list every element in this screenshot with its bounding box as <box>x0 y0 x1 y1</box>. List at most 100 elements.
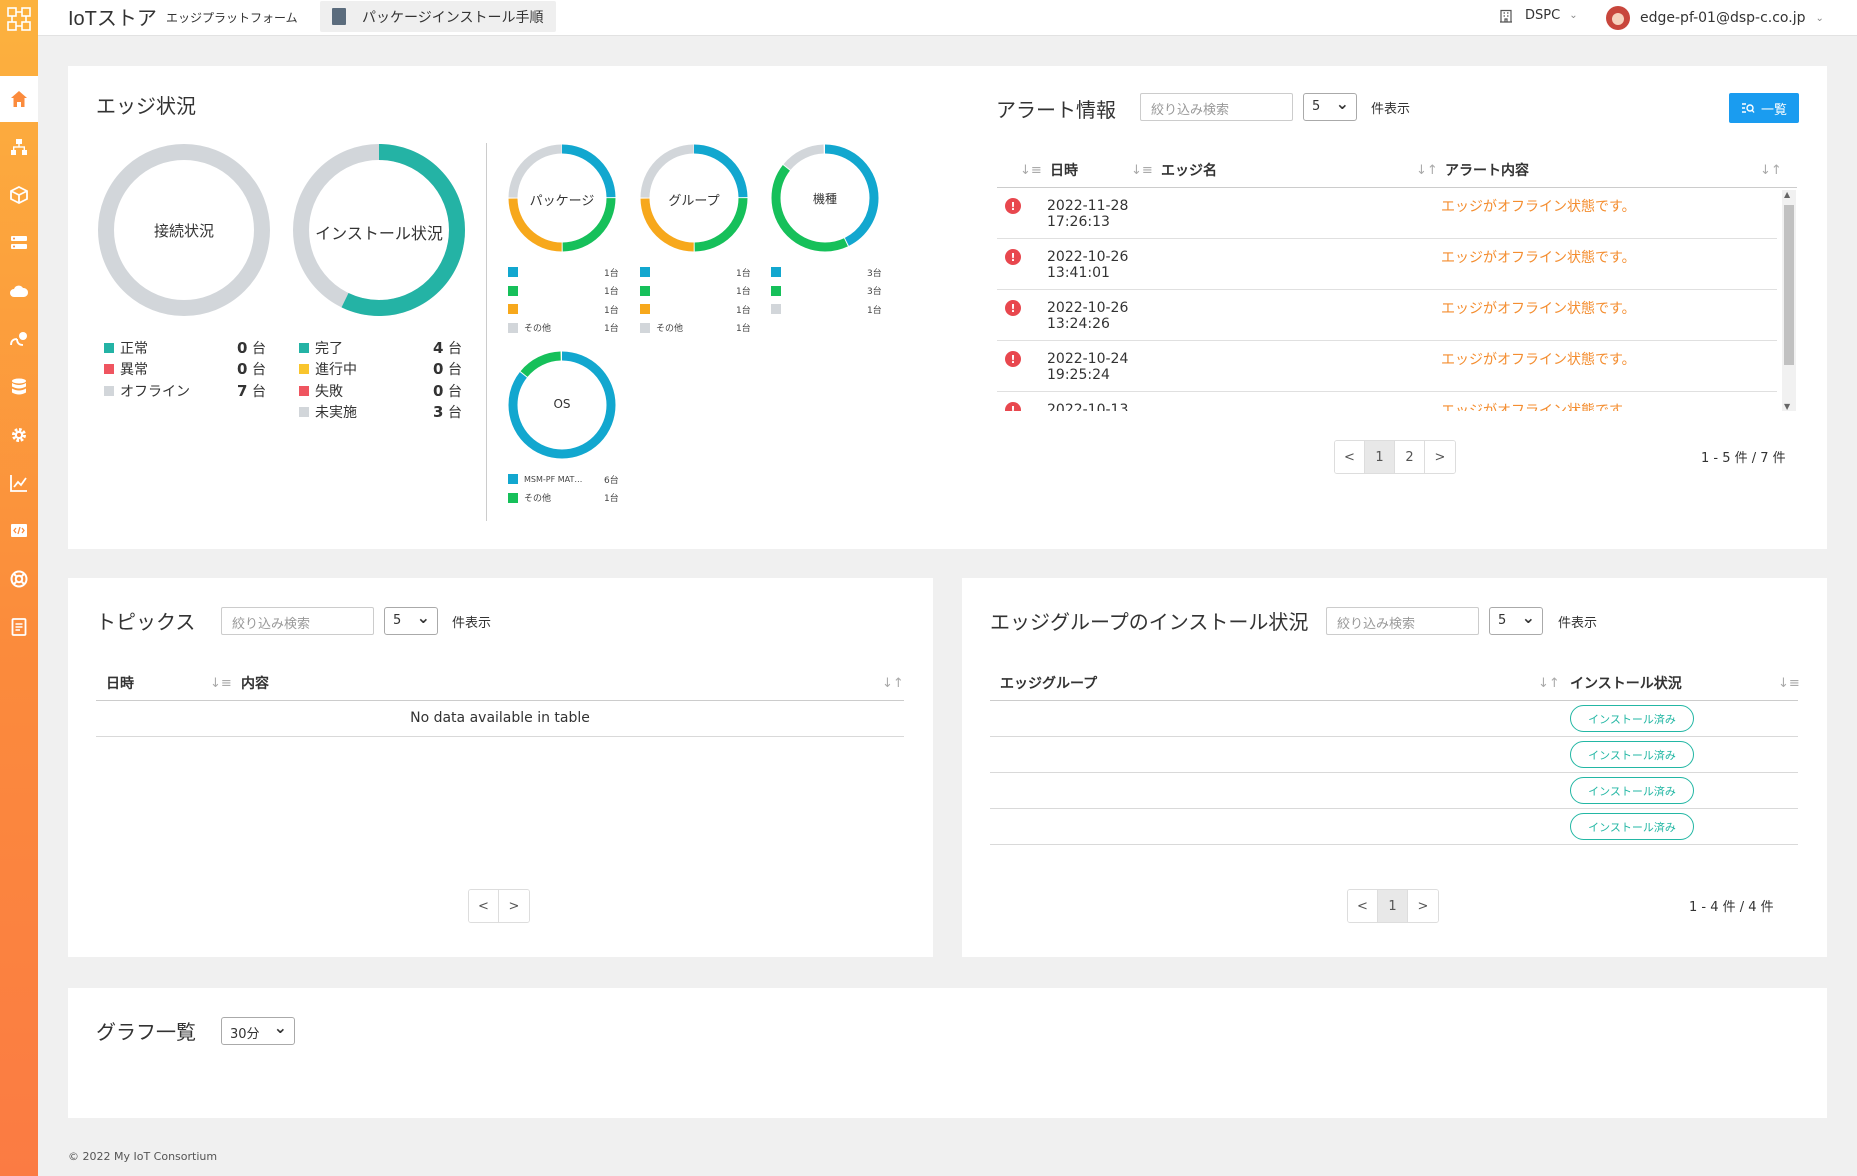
group-page-size-value: 5 <box>1498 613 1507 628</box>
legend-label: 正常 <box>120 340 148 357</box>
next-page-button[interactable]: > <box>499 890 529 922</box>
next-page-button[interactable]: > <box>1425 441 1455 473</box>
group-search-input[interactable]: 絞り込み検索 <box>1326 607 1479 635</box>
prev-page-button[interactable]: < <box>469 890 499 922</box>
alert-time: 13:24:26 <box>1047 316 1110 332</box>
legend-label: MSM-PF MAT… <box>524 474 583 484</box>
alerts-page-size-select[interactable]: 5 <box>1303 93 1357 121</box>
group-page-size-suffix: 件表示 <box>1558 616 1598 631</box>
install-legend: 完了 4 台 進行中 0 台 失敗 0 台 未実施 3 台 <box>299 337 464 423</box>
legend-item: 1台 <box>640 263 752 282</box>
prev-page-button[interactable]: < <box>1348 890 1378 922</box>
topics-col-date[interactable]: 日時 <box>106 673 134 693</box>
legend-value: 3台 <box>867 268 882 279</box>
alerts-search-input[interactable]: 絞り込み検索 <box>1140 93 1293 121</box>
alert-message: エッジがオフライン状態です。 <box>1441 352 1636 368</box>
legend-label: 完了 <box>315 340 343 357</box>
error-icon: ! <box>1005 198 1021 214</box>
alerts-title: アラート情報 <box>996 100 1116 122</box>
legend-swatch <box>104 385 114 396</box>
alert-date: 2022-11-28 <box>1047 198 1129 214</box>
legend-value: 4 <box>433 338 444 357</box>
alerts-col-edge[interactable]: エッジ名 <box>1161 160 1217 180</box>
page-1-button[interactable]: 1 <box>1378 890 1408 922</box>
page-2-button[interactable]: 2 <box>1395 441 1425 473</box>
table-row[interactable]: ! 2022-10-13 エッジがオフライン状態です。 <box>997 392 1777 411</box>
legend-label: その他 <box>524 494 552 505</box>
graph-interval-select[interactable]: 30分 <box>221 1017 295 1045</box>
group-col-status[interactable]: インストール状況 <box>1570 673 1682 693</box>
legend-label: その他 <box>656 324 684 335</box>
group-install-title: エッジグループのインストール状況 <box>990 612 1309 634</box>
topics-search-input[interactable]: 絞り込み検索 <box>221 607 374 635</box>
footer-copyright: © 2022 My IoT Consortium <box>68 1150 218 1163</box>
legend-value: 1台 <box>604 268 619 279</box>
prev-page-button[interactable]: < <box>1335 441 1365 473</box>
table-row[interactable]: ! 2022-10-26 13:24:26 エッジがオフライン状態です。 <box>997 290 1777 341</box>
legend-item: 1台 <box>771 300 883 319</box>
sort-icon[interactable]: ↓≡ <box>210 676 232 691</box>
os-label: OS <box>553 397 571 411</box>
os-legend: MSM-PF MAT… 6台 その他 1台 <box>508 470 620 507</box>
error-icon: ! <box>1005 249 1021 265</box>
legend-swatch <box>508 322 518 333</box>
legend-swatch <box>104 364 114 375</box>
alert-time: 17:26:13 <box>1047 214 1110 230</box>
scroll-down-icon[interactable]: ▼ <box>1784 402 1790 411</box>
status-badge: インストール済み <box>1570 777 1694 804</box>
model-legend: 3台 3台 1台 <box>771 263 883 319</box>
table-row[interactable]: ! 2022-10-24 19:25:24 エッジがオフライン状態です。 <box>997 341 1777 392</box>
table-row-line <box>990 808 1798 809</box>
alerts-col-message[interactable]: アラート内容 <box>1445 160 1529 180</box>
legend-unit: 台 <box>448 405 462 422</box>
legend-value: 1台 <box>867 305 882 316</box>
group-col-name[interactable]: エッジグループ <box>1000 673 1097 693</box>
alert-message: エッジがオフライン状態です。 <box>1441 250 1636 266</box>
scroll-up-icon[interactable]: ▲ <box>1784 190 1790 199</box>
table-row[interactable]: ! 2022-10-26 13:41:01 エッジがオフライン状態です。 <box>997 239 1777 290</box>
legend-value: 1台 <box>736 305 751 316</box>
status-badge: インストール済み <box>1570 741 1694 768</box>
error-icon: ! <box>1005 300 1021 316</box>
alert-time: 13:41:01 <box>1047 265 1110 281</box>
legend-swatch <box>508 492 518 503</box>
alerts-list-button[interactable]: 一覧 <box>1729 93 1799 123</box>
package-label: パッケージ <box>529 194 595 209</box>
page-1-button[interactable]: 1 <box>1365 441 1395 473</box>
sort-icon[interactable]: ↓≡ <box>1131 163 1153 178</box>
sort-icon[interactable]: ↓↑ <box>1538 676 1560 691</box>
status-badge: インストール済み <box>1570 705 1694 732</box>
topics-page-size-select[interactable]: 5 <box>384 607 438 635</box>
sort-icon[interactable]: ↓≡ <box>1020 163 1042 178</box>
next-page-button[interactable]: > <box>1408 890 1438 922</box>
legend-swatch <box>299 407 309 418</box>
alerts-pagination: < 1 2 > <box>1334 440 1456 474</box>
model-label: 機種 <box>812 192 838 206</box>
alerts-col-date[interactable]: 日時 <box>1050 160 1078 180</box>
sort-icon[interactable]: ↓≡ <box>1778 676 1800 691</box>
legend-swatch <box>640 322 650 333</box>
alert-message: エッジがオフライン状態です。 <box>1441 301 1636 317</box>
sort-icon[interactable]: ↓↑ <box>1416 163 1438 178</box>
legend-value: 1台 <box>736 287 751 298</box>
legend-value: 0 <box>237 360 248 379</box>
legend-unit: 台 <box>448 383 462 400</box>
alert-datetime: 2022-11-28 17:26:13 <box>1047 198 1128 230</box>
connection-legend: 正常 0 台 異常 0 台 オフライン 7 台 <box>104 337 269 402</box>
sort-icon[interactable]: ↓↑ <box>882 676 904 691</box>
alerts-table-body: ! 2022-11-28 17:26:13 エッジがオフライン状態です。 ! 20… <box>997 188 1782 411</box>
legend-value: 1台 <box>604 287 619 298</box>
alert-message: エッジがオフライン状態です。 <box>1441 199 1636 215</box>
sort-icon[interactable]: ↓↑ <box>1760 163 1782 178</box>
legend-item: 完了 4 台 <box>299 337 464 359</box>
legend-item: その他 1台 <box>508 319 620 338</box>
legend-swatch <box>640 285 650 296</box>
alert-date: 2022-10-24 <box>1047 351 1129 367</box>
alerts-scrollbar[interactable]: ▲ ▼ <box>1782 190 1796 411</box>
topics-col-content[interactable]: 内容 <box>241 673 269 693</box>
install-label: インストール状況 <box>315 224 443 243</box>
legend-label: 未実施 <box>315 405 357 422</box>
scrollbar-thumb[interactable] <box>1784 205 1794 365</box>
group-page-size-select[interactable]: 5 <box>1489 607 1543 635</box>
table-row[interactable]: ! 2022-11-28 17:26:13 エッジがオフライン状態です。 <box>997 188 1777 239</box>
